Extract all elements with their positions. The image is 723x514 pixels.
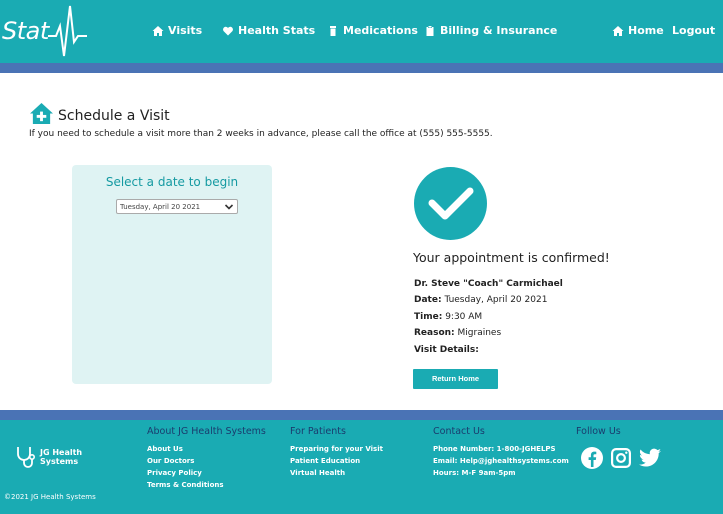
copyright: ©2021 JG Health Systems xyxy=(4,493,96,501)
footer-heading-follow: Follow Us xyxy=(576,426,621,437)
footer-accent-bar xyxy=(0,410,723,420)
confirmation-title: Your appointment is confirmed! xyxy=(413,250,610,265)
home-icon xyxy=(612,25,624,36)
visit-details-label: Visit Details: xyxy=(414,345,479,355)
doctor-name-text: Dr. Steve "Coach" Carmichael xyxy=(414,279,563,289)
footer-logo-line2: Systems xyxy=(40,457,79,466)
nav-medications[interactable]: Medications xyxy=(327,24,418,37)
nav-medications-label: Medications xyxy=(343,24,418,37)
home-icon xyxy=(152,25,164,36)
date-select-value: Tuesday, April 20 2021 xyxy=(120,203,201,211)
appointment-time: Time: 9:30 AM xyxy=(414,312,482,322)
footer-heading-about: About JG Health Systems xyxy=(147,426,266,437)
nav-health-stats[interactable]: Health Stats xyxy=(222,24,315,37)
confirmation-check-badge xyxy=(414,167,487,240)
nav-billing-insurance[interactable]: Billing & Insurance xyxy=(424,24,557,37)
instagram-icon[interactable] xyxy=(609,446,633,470)
time-label: Time: xyxy=(414,312,443,322)
nav-home[interactable]: Home xyxy=(612,24,664,37)
footer-logo-line1: JG Health xyxy=(40,448,83,457)
footer-phone[interactable]: Phone Number: 1-800-JGHELPS xyxy=(433,443,569,455)
date-picker-card: Select a date to begin Tuesday, April 20… xyxy=(72,165,272,384)
footer-link-virtual-health[interactable]: Virtual Health xyxy=(290,467,383,479)
visit-details: Visit Details: xyxy=(414,345,479,355)
header-accent-bar xyxy=(0,63,723,73)
date-picker-label: Select a date to begin xyxy=(105,175,239,189)
home-medical-icon xyxy=(30,102,53,125)
heart-icon xyxy=(223,26,233,35)
footer-link-education[interactable]: Patient Education xyxy=(290,455,383,467)
nav-logout-label: Logout xyxy=(672,24,716,37)
clipboard-icon xyxy=(426,25,434,36)
footer-link-privacy[interactable]: Privacy Policy xyxy=(147,467,266,479)
footer-link-our-doctors[interactable]: Our Doctors xyxy=(147,455,266,467)
facebook-icon[interactable] xyxy=(580,446,604,470)
footer-col-follow: Follow Us xyxy=(576,426,621,443)
date-label: Date: xyxy=(414,295,442,305)
page-title-row: Schedule a Visit xyxy=(29,102,170,125)
return-home-button[interactable]: Return Home xyxy=(413,369,498,389)
footer-link-terms[interactable]: Terms & Conditions xyxy=(147,479,266,491)
footer-col-about: About JG Health Systems About Us Our Doc… xyxy=(147,426,266,491)
footer-link-preparing[interactable]: Preparing for your Visit xyxy=(290,443,383,455)
date-value: Tuesday, April 20 2021 xyxy=(444,295,548,305)
nav-logout[interactable]: Logout xyxy=(672,24,715,37)
chevron-down-icon xyxy=(224,204,234,210)
page-title: Schedule a Visit xyxy=(58,107,170,124)
nav-billing-label: Billing & Insurance xyxy=(440,24,558,37)
reason-value: Migraines xyxy=(457,328,502,338)
doctor-name: Dr. Steve "Coach" Carmichael xyxy=(414,279,563,289)
pill-bottle-icon xyxy=(330,25,336,36)
footer-link-about-us[interactable]: About Us xyxy=(147,443,266,455)
stat-logo[interactable]: Stat xyxy=(0,4,90,60)
footer-logo[interactable]: JG Health Systems xyxy=(15,445,82,469)
appointment-date: Date: Tuesday, April 20 2021 xyxy=(414,295,547,305)
appointment-reason: Reason: Migraines xyxy=(414,328,501,338)
footer-email[interactable]: Email: Help@jghealthsystems.com xyxy=(433,455,569,467)
stethoscope-icon xyxy=(17,447,36,468)
footer-col-contact: Contact Us Phone Number: 1-800-JGHELPS E… xyxy=(433,426,569,479)
nav-health-stats-label: Health Stats xyxy=(238,24,316,37)
top-nav-bar: Stat Visits Health Stats Medications Bil… xyxy=(0,0,723,63)
twitter-icon[interactable] xyxy=(638,446,662,470)
footer-heading-patients: For Patients xyxy=(290,426,346,437)
nav-visits[interactable]: Visits xyxy=(152,24,202,37)
footer-col-patients: For Patients Preparing for your Visit Pa… xyxy=(290,426,383,479)
page-subtitle: If you need to schedule a visit more tha… xyxy=(29,129,493,139)
nav-visits-label: Visits xyxy=(168,24,203,37)
date-select[interactable]: Tuesday, April 20 2021 xyxy=(116,199,238,214)
social-links xyxy=(580,446,662,470)
footer-heading-contact: Contact Us xyxy=(433,426,485,437)
footer: JG Health Systems ©2021 JG Health System… xyxy=(0,420,723,514)
heartbeat-line-icon xyxy=(48,5,87,57)
footer-hours: Hours: M-F 9am-5pm xyxy=(433,469,516,477)
checkmark-icon xyxy=(428,187,474,220)
nav-home-label: Home xyxy=(628,24,664,37)
time-value: 9:30 AM xyxy=(445,312,483,322)
reason-label: Reason: xyxy=(414,328,455,338)
